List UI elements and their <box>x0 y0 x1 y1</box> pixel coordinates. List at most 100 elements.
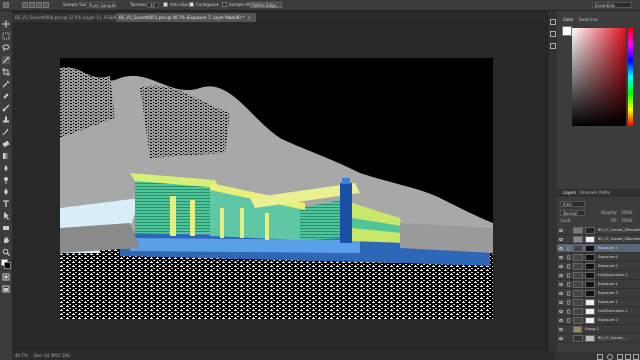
color-panel-tab[interactable]: Color <box>563 17 573 23</box>
eraser-tool-icon[interactable] <box>2 140 10 148</box>
link-icon <box>567 318 570 323</box>
healing-brush-tool-icon[interactable] <box>2 92 10 100</box>
visibility-eye-icon[interactable] <box>559 238 563 241</box>
hand-tool-icon[interactable] <box>2 236 10 244</box>
adjustment-icon <box>573 308 583 315</box>
layer-mask-thumbnail <box>585 227 595 234</box>
swatches-panel-tab[interactable]: Swatches <box>579 17 598 23</box>
blend-mode-select[interactable]: Normal <box>560 210 585 216</box>
opacity-value[interactable]: 100% <box>621 210 632 216</box>
refine-edge-button[interactable]: Refine Edge... <box>250 2 282 8</box>
sample-all-layers-checkbox[interactable] <box>222 2 227 7</box>
adjustment-icon <box>573 299 583 306</box>
intersect-selection-icon[interactable] <box>43 2 49 8</box>
fill-value[interactable]: 100% <box>621 218 632 224</box>
history-icon[interactable] <box>550 19 556 25</box>
new-selection-icon[interactable] <box>22 2 28 8</box>
close-icon[interactable]: × <box>247 13 250 22</box>
visibility-eye-icon[interactable] <box>559 301 563 304</box>
workspace-switcher[interactable]: Essentials <box>592 2 632 8</box>
rectangle-tool-icon[interactable] <box>2 224 10 232</box>
layer-row[interactable]: Exposure 3 <box>557 289 640 298</box>
properties-icon[interactable] <box>550 43 556 49</box>
add-to-selection-icon[interactable] <box>29 2 35 8</box>
foreground-color-chip[interactable] <box>562 26 572 36</box>
new-adjustment-icon[interactable] <box>607 354 613 360</box>
tolerance-input[interactable]: 32 <box>147 2 159 8</box>
channels-panel-tab[interactable]: Channels <box>579 190 598 196</box>
path-selection-tool-icon[interactable] <box>2 212 10 220</box>
layer-row[interactable]: Exposure 5 <box>557 262 640 271</box>
visibility-eye-icon[interactable] <box>559 292 563 295</box>
quick-mask-icon[interactable] <box>2 273 10 281</box>
contiguous-checkbox[interactable] <box>189 2 194 7</box>
background-color-swatch[interactable] <box>4 262 11 269</box>
new-layer-icon[interactable] <box>625 354 631 360</box>
zoom-level[interactable]: 40.7% <box>15 351 28 360</box>
layer-row[interactable]: Exposure 1 <box>557 298 640 307</box>
eyedropper-tool-icon[interactable] <box>2 80 10 88</box>
visibility-eye-icon[interactable] <box>559 265 563 268</box>
layer-row-selected[interactable]: Exposure 7 <box>557 244 640 253</box>
document-tab-label: BS_V1_Sunset0000.psd @ 12.5% (Layer 11, … <box>15 15 119 20</box>
lock-label: Lock: <box>561 218 572 223</box>
brush-tool-icon[interactable] <box>2 104 10 112</box>
layer-name: Group 1 <box>585 327 599 331</box>
zoom-tool-icon[interactable] <box>2 248 10 256</box>
document-canvas[interactable] <box>60 58 493 319</box>
move-tool-icon[interactable] <box>2 20 10 28</box>
marquee-tool-icon[interactable] <box>2 32 10 40</box>
gradient-tool-icon[interactable] <box>2 152 10 160</box>
layer-row[interactable]: Exposure 2 <box>557 316 640 325</box>
document-tab-0[interactable]: BS_V1_Sunset0000.psd @ 12.5% (Layer 11, … <box>12 13 124 22</box>
layer-row[interactable]: Exposure 4 <box>557 280 640 289</box>
blur-tool-icon[interactable] <box>2 164 10 172</box>
layer-row[interactable]: BS_V1_Sunset_... <box>557 334 640 343</box>
antialias-checkbox[interactable] <box>163 2 168 7</box>
layer-mask-thumbnail <box>585 263 595 270</box>
visibility-eye-icon[interactable] <box>559 247 563 250</box>
type-tool-icon[interactable] <box>2 200 10 208</box>
magic-wand-tool-icon[interactable] <box>2 56 10 64</box>
layer-row[interactable]: Hue/Saturation 2 <box>557 271 640 280</box>
layer-name: Exposure 1 <box>598 300 618 304</box>
visibility-eye-icon[interactable] <box>559 274 563 277</box>
visibility-eye-icon[interactable] <box>559 328 563 331</box>
layer-row[interactable]: Exposure 6 <box>557 253 640 262</box>
paths-panel-tab[interactable]: Paths <box>599 190 610 196</box>
layer-filter-select[interactable]: Kind <box>560 201 585 207</box>
visibility-eye-icon[interactable] <box>559 319 563 322</box>
layer-row[interactable]: BS_V1_Sunset_ZRendering_2... <box>557 235 640 244</box>
magic-wand-tool-preset-icon[interactable] <box>3 2 9 8</box>
visibility-eye-icon[interactable] <box>559 229 563 232</box>
hue-slider[interactable] <box>628 28 633 126</box>
sample-size-select[interactable]: Point Sample <box>86 2 116 8</box>
subtract-selection-icon[interactable] <box>36 2 42 8</box>
visibility-eye-icon[interactable] <box>559 283 563 286</box>
new-group-icon[interactable] <box>617 354 623 360</box>
layer-row[interactable]: Hue/Saturation 1 <box>557 307 640 316</box>
color-picker-field[interactable] <box>572 28 626 126</box>
layer-name: Exposure 6 <box>598 255 618 259</box>
crop-tool-icon[interactable] <box>2 68 10 76</box>
pen-tool-icon[interactable] <box>2 188 10 196</box>
layer-row[interactable]: BS_V1_Sunset_ZRendering_2... <box>557 226 640 235</box>
screen-mode-icon[interactable] <box>2 285 10 293</box>
delete-layer-icon[interactable] <box>633 354 639 360</box>
adjustments-icon[interactable] <box>550 31 556 37</box>
layer-group-row[interactable]: Group 1 <box>557 325 640 334</box>
layers-panel-tab[interactable]: Layers <box>563 190 576 196</box>
history-brush-tool-icon[interactable] <box>2 128 10 136</box>
layer-mask-thumbnail <box>585 308 595 315</box>
document-tab-1[interactable]: BS_V1_Sunset0001.psd @ 40.7% (Exposure 7… <box>116 13 256 22</box>
dodge-tool-icon[interactable] <box>2 176 10 184</box>
layer-mask-thumbnail <box>585 281 595 288</box>
clone-stamp-tool-icon[interactable] <box>2 116 10 124</box>
visibility-eye-icon[interactable] <box>559 337 563 340</box>
add-mask-icon[interactable] <box>597 354 603 360</box>
visibility-eye-icon[interactable] <box>559 256 563 259</box>
document-tabs: BS_V1_Sunset0000.psd @ 12.5% (Layer 11, … <box>12 13 554 22</box>
link-icon <box>567 273 570 278</box>
lasso-tool-icon[interactable] <box>2 44 10 52</box>
visibility-eye-icon[interactable] <box>559 310 563 313</box>
